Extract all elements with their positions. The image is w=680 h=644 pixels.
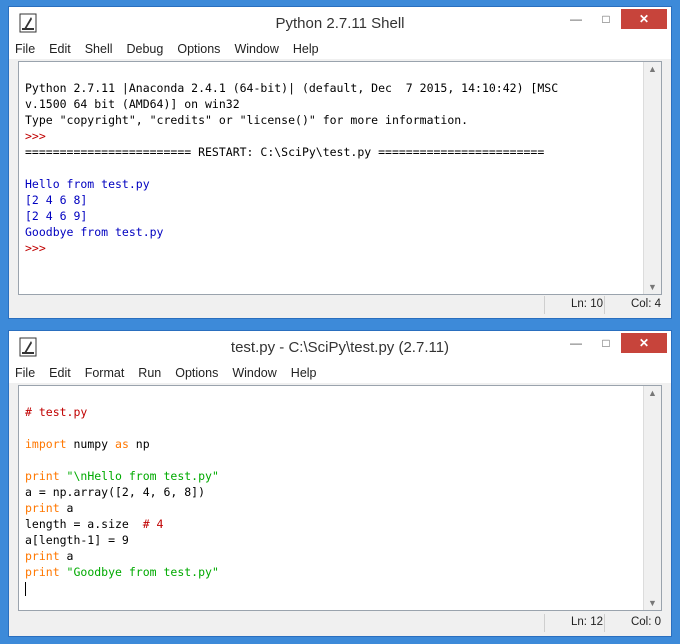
scroll-up-icon[interactable]: ▲ bbox=[644, 64, 661, 74]
code-editor[interactable]: # test.py import numpy as np print "\nHe… bbox=[18, 385, 662, 611]
menu-file[interactable]: File bbox=[15, 42, 35, 56]
shell-window: Python 2.7.11 Shell — □ ✕ File Edit Shel… bbox=[8, 6, 672, 319]
shell-line: v.1500 64 bit (AMD64)] on win32 bbox=[25, 97, 240, 111]
keyword: print bbox=[25, 549, 60, 563]
code-string: "\nHello from test.py" bbox=[59, 469, 219, 483]
shell-titlebar[interactable]: Python 2.7.11 Shell — □ ✕ bbox=[9, 7, 671, 39]
code-comment: # 4 bbox=[142, 517, 164, 531]
code-string: "Goodbye from test.py" bbox=[59, 565, 219, 579]
menu-window[interactable]: Window bbox=[234, 42, 278, 56]
editor-titlebar[interactable]: test.py - C:\SciPy\test.py (2.7.11) — □ … bbox=[9, 331, 671, 363]
shell-prompt: >>> bbox=[25, 241, 53, 255]
keyword: print bbox=[25, 469, 60, 483]
menu-window[interactable]: Window bbox=[232, 366, 276, 380]
minimize-icon[interactable]: — bbox=[561, 9, 591, 29]
menu-debug[interactable]: Debug bbox=[127, 42, 164, 56]
shell-restart-line: ======================== RESTART: C:\Sci… bbox=[25, 145, 545, 159]
menu-options[interactable]: Options bbox=[177, 42, 220, 56]
code-text: a bbox=[59, 501, 74, 515]
shell-line: Python 2.7.11 |Anaconda 2.4.1 (64-bit)| … bbox=[25, 81, 559, 95]
editor-menubar: File Edit Format Run Options Window Help bbox=[9, 363, 671, 383]
close-icon[interactable]: ✕ bbox=[621, 9, 667, 29]
shell-line: Type "copyright", "credits" or "license(… bbox=[25, 113, 469, 127]
shell-output: Hello from test.py bbox=[25, 177, 150, 191]
shell-output: Goodbye from test.py bbox=[25, 225, 164, 239]
minimize-icon[interactable]: — bbox=[561, 333, 591, 353]
code-text: a bbox=[59, 549, 74, 563]
menu-run[interactable]: Run bbox=[138, 366, 161, 380]
menu-help[interactable]: Help bbox=[293, 42, 319, 56]
menu-edit[interactable]: Edit bbox=[49, 366, 71, 380]
code-text: a = np.array([2, 4, 6, 8]) bbox=[25, 485, 206, 499]
scroll-up-icon[interactable]: ▲ bbox=[644, 388, 661, 398]
close-icon[interactable]: ✕ bbox=[621, 333, 667, 353]
code-comment: # test.py bbox=[25, 405, 88, 419]
shell-menubar: File Edit Shell Debug Options Window Hel… bbox=[9, 39, 671, 59]
menu-file[interactable]: File bbox=[15, 366, 35, 380]
maximize-icon[interactable]: □ bbox=[591, 333, 621, 353]
maximize-icon[interactable]: □ bbox=[591, 9, 621, 29]
shell-output: [2 4 6 8] bbox=[25, 193, 88, 207]
shell-scrollbar[interactable]: ▲ ▼ bbox=[643, 62, 661, 294]
text-cursor bbox=[25, 581, 26, 596]
menu-options[interactable]: Options bbox=[175, 366, 218, 380]
column-number: Col: 4 bbox=[630, 298, 661, 310]
editor-statusbar: Ln: 12 Col: 0 bbox=[17, 614, 663, 632]
shell-prompt: >>> bbox=[25, 129, 53, 143]
line-number: Ln: 10 bbox=[571, 298, 603, 310]
editor-scrollbar[interactable]: ▲ ▼ bbox=[643, 386, 661, 610]
keyword: print bbox=[25, 565, 60, 579]
keyword: import bbox=[25, 437, 67, 451]
line-number: Ln: 12 bbox=[571, 616, 603, 628]
code-text: length = a.size bbox=[25, 517, 143, 531]
keyword: print bbox=[25, 501, 60, 515]
editor-window: test.py - C:\SciPy\test.py (2.7.11) — □ … bbox=[8, 330, 672, 637]
scroll-down-icon[interactable]: ▼ bbox=[644, 282, 661, 292]
scroll-down-icon[interactable]: ▼ bbox=[644, 598, 661, 608]
menu-format[interactable]: Format bbox=[85, 366, 125, 380]
menu-help[interactable]: Help bbox=[291, 366, 317, 380]
shell-text-area[interactable]: Python 2.7.11 |Anaconda 2.4.1 (64-bit)| … bbox=[18, 61, 662, 295]
code-text: np bbox=[128, 437, 150, 451]
code-text: numpy bbox=[66, 437, 116, 451]
menu-edit[interactable]: Edit bbox=[49, 42, 71, 56]
menu-shell[interactable]: Shell bbox=[85, 42, 113, 56]
keyword: as bbox=[115, 437, 129, 451]
code-text: a[length-1] = 9 bbox=[25, 533, 129, 547]
shell-output: [2 4 6 9] bbox=[25, 209, 88, 223]
column-number: Col: 0 bbox=[630, 616, 661, 628]
shell-statusbar: Ln: 10 Col: 4 bbox=[17, 296, 663, 314]
